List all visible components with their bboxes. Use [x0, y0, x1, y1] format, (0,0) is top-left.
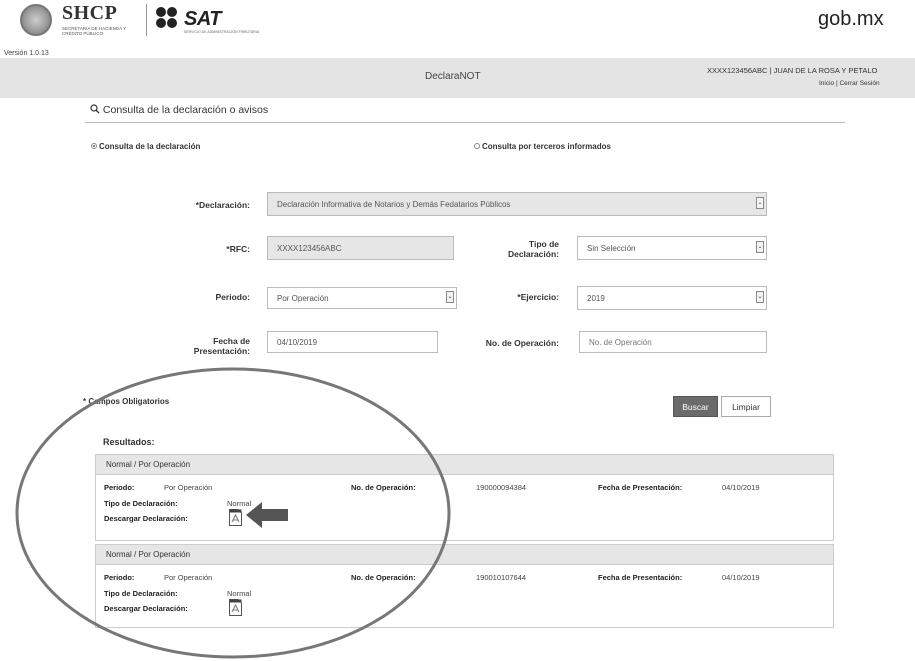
shcp-logo-title: SHCP [62, 2, 118, 24]
user-info: XXXX123456ABC | JUAN DE LA ROSA Y PETALO [707, 66, 878, 75]
chevron-down-icon: ⌄ [446, 291, 454, 303]
no-operacion-input[interactable] [579, 331, 767, 353]
result-descargar-label: Descargar Declaración: [104, 514, 188, 523]
section-divider [85, 122, 845, 123]
ejercicio-select[interactable]: 2019 ⌄ [577, 286, 767, 310]
result-panel-header: Normal / Por Operación [96, 545, 833, 565]
declaracion-select-value: Declaración Informativa de Notarios y De… [277, 199, 511, 209]
result-noop-value: 190000094384 [476, 483, 527, 492]
chevron-down-icon: ⌄ [756, 197, 764, 209]
clear-button[interactable]: Limpiar [721, 396, 771, 417]
gob-mx-logo[interactable]: gob.mx [818, 8, 884, 31]
result-fecha-value: 04/10/2019 [722, 573, 760, 582]
sat-logo-title: SAT [184, 8, 222, 30]
result-noop-label: No. de Operación: [351, 483, 416, 492]
result-tipo-value: Normal [227, 589, 252, 598]
tipo-declaracion-select[interactable]: Sin Selección ⌄ [577, 236, 767, 260]
search-icon [90, 104, 100, 114]
chevron-down-icon: ⌄ [756, 241, 764, 253]
result-descargar-label: Descargar Declaración: [104, 604, 188, 613]
results-label: Resultados: [103, 437, 155, 447]
tipo-declaracion-label: Tipo de Declaración: [507, 239, 559, 259]
result-periodo-value: Por Operación [164, 573, 213, 582]
periodo-select[interactable]: Por Operación ⌄ [267, 287, 457, 309]
result-panel: Normal / Por Operación Periodo: Por Oper… [95, 454, 834, 541]
fecha-presentacion-field[interactable]: 04/10/2019 [267, 331, 438, 353]
ejercicio-select-value: 2019 [587, 293, 605, 303]
result-fecha-label: Fecha de Presentación: [598, 573, 683, 582]
arrow-left-icon [246, 502, 288, 528]
search-button[interactable]: Buscar [673, 396, 718, 417]
result-noop-value: 190010107644 [476, 573, 527, 582]
pdf-icon[interactable] [229, 599, 242, 616]
chevron-down-icon: ⌄ [756, 291, 764, 303]
required-fields-note: * Campos Obligatorios [83, 397, 170, 406]
result-tipo-label: Tipo de Declaración: [104, 589, 178, 598]
radio-consulta-declaracion[interactable] [91, 143, 97, 149]
header-divider [146, 4, 147, 36]
tipo-declaracion-value: Sin Selección [587, 243, 636, 253]
rfc-label: *RFC: [226, 244, 250, 254]
radio-consulta-declaracion-label[interactable]: Consulta de la declaración [99, 142, 200, 151]
no-operacion-label: No. de Operación: [485, 338, 559, 348]
fecha-presentacion-value: 04/10/2019 [277, 337, 318, 347]
result-fecha-value: 04/10/2019 [722, 483, 760, 492]
result-fecha-label: Fecha de Presentación: [598, 483, 683, 492]
mexico-seal-logo [20, 4, 52, 36]
version-label: Versión 1.0.13 [4, 50, 49, 57]
periodo-label: Periodo: [215, 292, 250, 302]
rfc-field-value: XXXX123456ABC [277, 243, 342, 253]
result-tipo-label: Tipo de Declaración: [104, 499, 178, 508]
page-title: Consulta de la declaración o avisos [90, 104, 268, 116]
periodo-select-value: Por Operación [277, 293, 329, 303]
radio-consulta-terceros-label[interactable]: Consulta por terceros informados [482, 142, 611, 151]
result-periodo-label: Periodo: [104, 483, 135, 492]
radio-consulta-terceros[interactable] [474, 143, 480, 149]
sat-logo-icon [156, 7, 180, 29]
result-periodo-label: Periodo: [104, 573, 135, 582]
sat-logo-subtitle: SERVICIO DE ADMINISTRACIÓN TRIBUTARIA [184, 30, 260, 34]
page-title-text: Consulta de la declaración o avisos [102, 104, 269, 116]
pdf-icon[interactable] [229, 509, 242, 526]
result-periodo-value: Por Operación [164, 483, 213, 492]
session-links[interactable]: Inicio | Cerrar Sesión [819, 80, 880, 87]
declaracion-select[interactable]: Declaración Informativa de Notarios y De… [267, 192, 767, 216]
shcp-logo-subtitle: SECRETARÍA DE HACIENDA Y CRÉDITO PÚBLICO [62, 26, 127, 36]
app-name: DeclaraNOT [425, 71, 481, 82]
rfc-field[interactable]: XXXX123456ABC [267, 236, 454, 260]
ejercicio-label: *Ejercicio: [517, 292, 559, 302]
fecha-presentacion-label: Fecha de Presentación: [193, 336, 250, 356]
declaracion-label: *Declaración: [195, 200, 250, 210]
result-noop-label: No. de Operación: [351, 573, 416, 582]
result-panel-header: Normal / Por Operación [96, 455, 833, 475]
result-panel: Normal / Por Operación Periodo: Por Oper… [95, 544, 834, 628]
